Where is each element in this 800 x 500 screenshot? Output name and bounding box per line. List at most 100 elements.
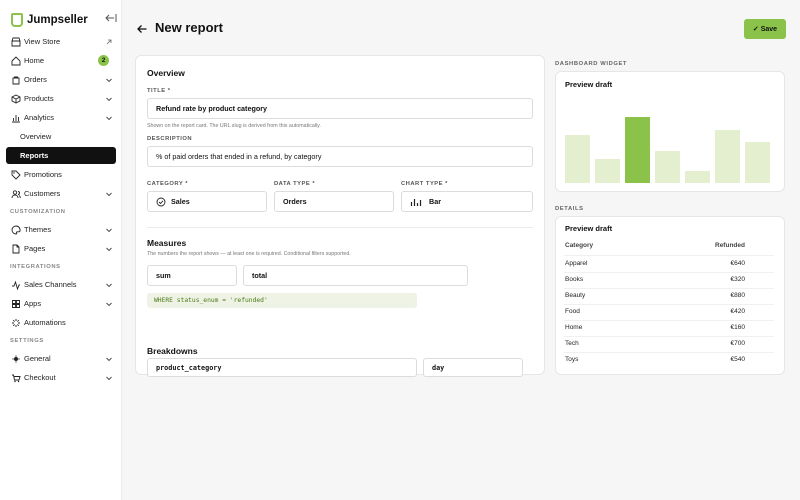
sidebar-item-label: Orders <box>24 75 47 84</box>
column-header-refunded: Refunded <box>715 242 745 249</box>
chevron-down-icon <box>106 192 112 196</box>
store-icon <box>10 36 22 48</box>
sidebar-item-label: Products <box>24 94 54 103</box>
section-heading-breakdowns: Breakdowns <box>147 346 198 356</box>
sidebar-item-checkout[interactable]: Checkout <box>6 369 116 386</box>
section-heading-measures: Measures <box>147 238 187 248</box>
arrow-left-icon[interactable] <box>136 23 148 35</box>
sidebar-item-pages[interactable]: Pages <box>6 240 116 257</box>
measure-filter-code[interactable]: WHERE status_enum = 'refunded' <box>147 293 417 308</box>
table-cell-category: Home <box>565 324 583 331</box>
external-link-icon <box>106 39 112 44</box>
sidebar-item-label: Automations <box>24 318 66 327</box>
chevron-down-icon <box>106 357 112 361</box>
gear-icon <box>10 353 22 365</box>
section-heading-overview: Overview <box>147 68 185 78</box>
sidebar-item-apps[interactable]: Apps <box>6 295 116 312</box>
sidebar-item-automations[interactable]: Automations <box>6 314 116 331</box>
sidebar-item-view-store[interactable]: View Store <box>6 33 116 50</box>
sidebar-item-label: Sales Channels <box>24 280 77 289</box>
measure-field-select[interactable]: total <box>243 265 468 286</box>
grid-icon <box>10 298 22 310</box>
section-label-settings: SETTINGS <box>10 338 44 344</box>
table-row-divider <box>564 336 774 337</box>
chart-bar-toys <box>745 142 770 183</box>
sidebar-item-label: Apps <box>24 299 42 308</box>
charttype-select[interactable]: Bar <box>401 191 533 212</box>
sidebar-item-label: View Store <box>24 37 61 46</box>
table-cell-category: Toys <box>565 356 579 363</box>
details-title: Preview draft <box>565 224 613 233</box>
chevron-down-icon <box>106 97 112 101</box>
check-circle-icon <box>156 197 166 206</box>
sidebar-item-analytics[interactable]: Analytics <box>6 109 116 126</box>
table-row-divider <box>564 288 774 289</box>
divider <box>147 227 533 228</box>
chart-bar-beauty <box>625 117 650 183</box>
table-header-divider <box>564 255 774 256</box>
sidebar-item-orders[interactable]: Orders <box>6 71 116 88</box>
chart-bar-books <box>595 159 620 183</box>
tag-icon <box>10 169 22 181</box>
chart-bar-tech <box>715 130 740 183</box>
section-label-integrations: INTEGRATIONS <box>10 264 61 270</box>
table-cell-category: Books <box>565 276 584 283</box>
table-row-divider <box>564 304 774 305</box>
sidebar-item-customers[interactable]: Customers <box>6 185 116 202</box>
notification-badge: 2 <box>98 55 109 66</box>
breakdown-field-select[interactable]: product_category <box>147 358 417 377</box>
chevron-down-icon <box>106 116 112 120</box>
sidebar-item-label: Customers <box>24 189 61 198</box>
sidebar-item-overview[interactable]: Overview <box>6 128 116 145</box>
box-icon <box>10 93 22 105</box>
sidebar-item-general[interactable]: General <box>6 350 116 367</box>
table-row-divider <box>564 320 774 321</box>
measure-function-select[interactable]: sum <box>147 265 237 286</box>
dashboard-widget-label: DASHBOARD WIDGET <box>555 61 628 67</box>
datatype-field-label: DATA TYPE * <box>274 181 316 187</box>
charttype-field-label: CHART TYPE * <box>401 181 448 187</box>
jumpseller-logo-icon <box>11 13 23 27</box>
sidebar-item-promotions[interactable]: Promotions <box>6 166 116 183</box>
page-title: New report <box>155 20 223 35</box>
pulse-icon <box>10 279 22 291</box>
page-icon <box>10 243 22 255</box>
brand-name: Jumpseller <box>27 14 88 26</box>
table-cell-refunded: €160 <box>730 324 745 331</box>
sidebar-item-label: Themes <box>24 225 52 234</box>
title-input[interactable]: Refund rate by product category <box>147 98 533 119</box>
save-button[interactable]: ✓ Save <box>744 19 786 39</box>
chart-bar-home <box>685 171 710 183</box>
section-label-customization: CUSTOMIZATION <box>10 209 66 215</box>
sidebar-item-home[interactable]: Home 2 <box>6 52 116 69</box>
sidebar-item-label: General <box>24 354 51 363</box>
table-cell-refunded: €880 <box>730 292 745 299</box>
collapse-sidebar-icon[interactable] <box>105 12 117 24</box>
title-hint: Shown on the report card. The URL slug i… <box>147 123 321 129</box>
table-row-divider <box>564 272 774 273</box>
column-header-category: Category <box>565 242 594 249</box>
table-row-divider <box>564 352 774 353</box>
breakdown-period-select[interactable]: day <box>423 358 523 377</box>
sidebar-item-label: Pages <box>24 244 46 253</box>
spark-icon <box>10 317 22 329</box>
sidebar-item-label: Checkout <box>24 373 56 382</box>
chart-icon <box>10 112 22 124</box>
sidebar-item-themes[interactable]: Themes <box>6 221 116 238</box>
sidebar-item-products[interactable]: Products <box>6 90 116 107</box>
sidebar-item-label: Overview <box>20 132 52 141</box>
sidebar-item-reports[interactable]: Reports <box>6 147 116 164</box>
description-input[interactable]: % of paid orders that ended in a refund,… <box>147 146 533 167</box>
sidebar-item-sales-channels[interactable]: Sales Channels <box>6 276 116 293</box>
table-cell-refunded: €320 <box>730 276 745 283</box>
chevron-down-icon <box>106 302 112 306</box>
chart-bar-apparel <box>565 135 590 183</box>
brush-icon <box>10 224 22 236</box>
table-cell-refunded: €540 <box>730 356 745 363</box>
brand[interactable]: Jumpseller <box>11 12 88 28</box>
charttype-value: Bar <box>429 197 441 206</box>
table-cell-category: Tech <box>565 340 579 347</box>
datatype-select[interactable]: Orders <box>274 191 394 212</box>
category-select[interactable]: Sales <box>147 191 267 212</box>
home-icon <box>10 55 22 67</box>
